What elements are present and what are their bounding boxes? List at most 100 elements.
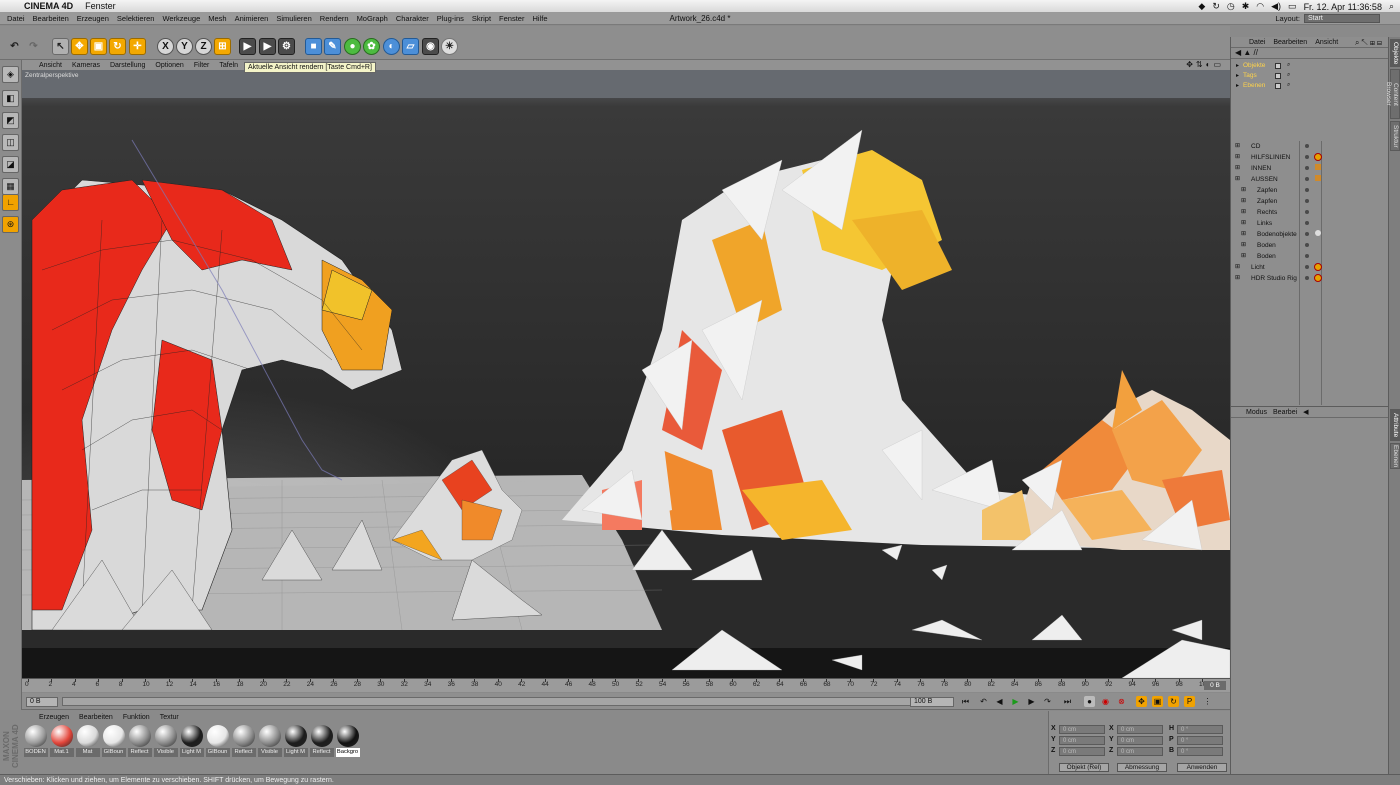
expand-icon[interactable]: ⊞ (1235, 174, 1240, 185)
material-name[interactable]: Mat.1 (49, 748, 74, 757)
search-icon[interactable]: ⌕ (1287, 62, 1293, 68)
material-slot[interactable]: Visible (257, 725, 282, 773)
visibility-dot[interactable] (1305, 232, 1309, 236)
start-frame-field[interactable]: 0 B (26, 697, 58, 707)
menu-datei[interactable]: Datei (3, 14, 29, 23)
expand-icon[interactable]: ⊞ (1241, 207, 1246, 218)
visibility-dot[interactable] (1305, 243, 1309, 247)
material-preview[interactable] (76, 725, 99, 747)
apply-button[interactable]: Anwenden (1177, 763, 1227, 772)
bluetooth-icon[interactable]: ✱ (1242, 1, 1250, 12)
add-icon[interactable] (1275, 83, 1281, 89)
scene-object-row[interactable]: ⊞ CD (1231, 141, 1389, 152)
material-preview[interactable] (258, 725, 281, 747)
menu-werkzeuge[interactable]: Werkzeuge (158, 14, 204, 23)
material-name[interactable]: Reflect (231, 748, 256, 757)
scene-object-row[interactable]: ⊞ Zapfen (1231, 185, 1389, 196)
fenster-menu[interactable]: Fenster (79, 1, 122, 11)
rotation-key-icon[interactable]: ↻ (1168, 696, 1179, 707)
menu-mesh[interactable]: Mesh (204, 14, 230, 23)
menu-bearbeiten[interactable]: Bearbeiten (29, 14, 73, 23)
material-preview[interactable] (102, 725, 125, 747)
expand-icon[interactable]: ▸ (1236, 61, 1239, 71)
material-preview[interactable] (206, 725, 229, 747)
menu-animieren[interactable]: Animieren (231, 14, 273, 23)
expand-icon[interactable]: ⊞ (1241, 229, 1246, 240)
material-name[interactable]: Visible (153, 748, 178, 757)
menu-mograph[interactable]: MoGraph (353, 14, 392, 23)
timeline-ruler[interactable]: 0 2 4 6 8 10 12 14 16 18 20 22 24 26 28 30 32 34 36 38 40 42 4… (22, 678, 1230, 692)
material-slot[interactable]: BODEN (23, 725, 48, 773)
previous-key-icon[interactable]: ↶ (978, 696, 989, 707)
material-slot[interactable]: Reflect (309, 725, 334, 773)
array-icon[interactable]: ✿ (363, 38, 380, 55)
model-mode-icon[interactable]: ◧ (2, 90, 19, 107)
mat-menu-erzeugen[interactable]: Erzeugen (34, 714, 74, 721)
scene-object-row[interactable]: ⊞ Bodenobjekte (1231, 229, 1389, 240)
expand-icon[interactable]: ⊞ (1235, 262, 1240, 273)
attr-back-icon[interactable]: ◀ (1300, 408, 1311, 416)
go-to-end-icon[interactable]: ⏭ (1062, 696, 1073, 707)
visibility-dot[interactable] (1305, 254, 1309, 258)
visibility-dot[interactable] (1305, 276, 1309, 280)
sync-icon[interactable]: ↻ (1212, 1, 1220, 12)
mat-menu-funktion[interactable]: Funktion (118, 714, 155, 721)
visibility-dot[interactable] (1305, 265, 1309, 269)
size-x-field[interactable]: 0 cm (1117, 725, 1163, 734)
spotlight-icon[interactable]: ⌕ (1389, 1, 1394, 12)
app-menu[interactable]: CINEMA 4D (18, 1, 79, 11)
material-slot[interactable]: Light M (283, 725, 308, 773)
material-preview[interactable] (310, 725, 333, 747)
z-axis-lock[interactable]: Z (195, 38, 212, 55)
visibility-dot[interactable] (1305, 155, 1309, 159)
view-menu-kameras[interactable]: Kameras (67, 62, 105, 69)
expand-icon[interactable]: ⊞ (1241, 185, 1246, 196)
live-selection-icon[interactable]: ↖ (52, 38, 69, 55)
material-preview[interactable] (180, 725, 203, 747)
view-menu-tafeln[interactable]: Tafeln (214, 62, 243, 69)
search-icon[interactable]: ⌕ (1287, 82, 1293, 88)
menu-skript[interactable]: Skript (468, 14, 495, 23)
autokey-icon[interactable]: ◉ (1100, 696, 1111, 707)
scene-object-row[interactable]: ⊞ Rechts (1231, 207, 1389, 218)
axis-mode-icon[interactable]: ∟ (2, 194, 19, 211)
snapping-icon[interactable]: ⊛ (2, 216, 19, 233)
world-axis-icon[interactable]: ✛ (129, 38, 146, 55)
tab-objekte[interactable]: Objekte (1390, 39, 1400, 67)
expand-icon[interactable]: ⊞ (1241, 240, 1246, 251)
subdivision-surface-icon[interactable]: ● (344, 38, 361, 55)
scene-object-row[interactable]: ⊞ AUSSEN (1231, 174, 1389, 185)
polygons-mode-icon[interactable]: ▦ (2, 178, 19, 195)
expand-icon[interactable]: ⊞ (1235, 152, 1240, 163)
render-picture-viewer-icon[interactable]: ▶ (259, 38, 276, 55)
render-settings-icon[interactable]: ⚙ (278, 38, 295, 55)
back-icon[interactable]: ◀ ▲ // (1235, 48, 1258, 57)
attr-menu-modus[interactable]: Modus (1243, 409, 1270, 416)
disabled-tag-icon[interactable] (1314, 153, 1322, 161)
rotation-b-field[interactable]: 0 ° (1177, 747, 1223, 756)
display-tag-icon[interactable] (1315, 164, 1321, 170)
scene-object-row[interactable]: ⊞ INNEN (1231, 163, 1389, 174)
material-preview[interactable] (232, 725, 255, 747)
material-slot[interactable]: Mat.1 (49, 725, 74, 773)
spline-pen-icon[interactable]: ✎ (324, 38, 341, 55)
battery-icon[interactable]: ▭ (1288, 1, 1297, 12)
size-y-field[interactable]: 0 cm (1117, 736, 1163, 745)
visibility-dot[interactable] (1305, 144, 1309, 148)
size-z-field[interactable]: 0 cm (1117, 747, 1163, 756)
tab-struktur[interactable]: Struktur (1390, 121, 1400, 151)
material-name[interactable]: Mat (75, 748, 100, 757)
expand-icon[interactable]: ▸ (1236, 71, 1239, 81)
floor-icon[interactable]: ▱ (402, 38, 419, 55)
menu-plugins[interactable]: Plug-ins (433, 14, 468, 23)
attr-menu-bearbei[interactable]: Bearbei (1270, 409, 1300, 416)
visibility-dot[interactable] (1305, 177, 1309, 181)
mat-menu-textur[interactable]: Textur (155, 714, 184, 721)
menu-charakter[interactable]: Charakter (392, 14, 433, 23)
material-tag-icon[interactable] (1315, 230, 1321, 236)
wifi-icon[interactable]: ◠ (1256, 1, 1264, 12)
timeline-range-slider[interactable] (62, 697, 922, 706)
volume-icon[interactable]: ◀) (1271, 1, 1281, 12)
scene-object-row[interactable]: ⊞ Links (1231, 218, 1389, 229)
tab-ebenen[interactable]: Ebenen (1390, 443, 1400, 469)
